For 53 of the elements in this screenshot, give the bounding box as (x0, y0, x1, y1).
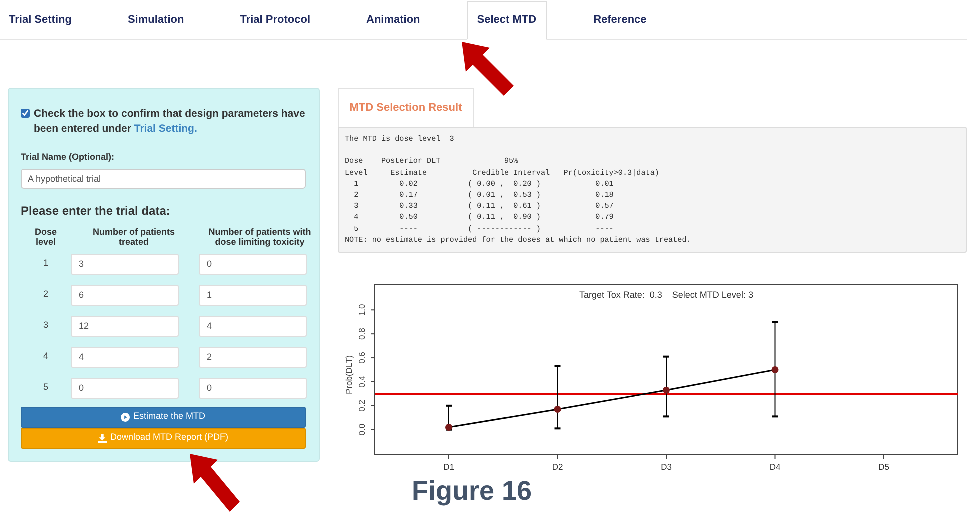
dlt-count-field[interactable]: 1 (199, 284, 307, 306)
x-tick-label: D4 (770, 462, 781, 472)
confirm-checkbox[interactable] (21, 109, 30, 118)
column-header: Number of patients with dose limiting toxicity (208, 226, 312, 246)
arrow-icon (188, 452, 242, 512)
y-tick-label: 0.2 (357, 400, 367, 412)
data-point (772, 366, 779, 374)
download-icon (98, 434, 108, 442)
x-tick-label: D3 (661, 462, 672, 472)
nav-tab[interactable]: Reference (584, 1, 656, 39)
patients-treated-field[interactable]: 6 (71, 284, 179, 306)
dlt-count-field[interactable]: 2 (199, 346, 307, 368)
data-point (663, 386, 670, 394)
figure-caption: Figure 16 (412, 475, 532, 508)
dlt-count-field[interactable]: 4 (199, 316, 307, 336)
y-tick-label: 0.0 (357, 424, 367, 436)
x-tick-label: D1 (444, 462, 454, 472)
nav-tab[interactable]: Trial Protocol (231, 1, 320, 39)
column-header: Number of patients treated (92, 226, 176, 246)
y-axis-label: Prob(DLT) (344, 355, 354, 395)
x-tick-label: D5 (878, 462, 890, 472)
y-tick-label: 0.4 (357, 376, 367, 388)
error-bar (554, 365, 561, 430)
dose-level: 2 (43, 288, 48, 302)
chart-title: Target Tox Rate: 0.3 Select MTD Level: 3 (580, 290, 754, 300)
trial-name-field[interactable]: A hypothetical trial (21, 168, 306, 188)
nav-tab[interactable]: Simulation (118, 1, 194, 39)
dlt-count-field[interactable]: 0 (199, 378, 307, 398)
data-point (554, 406, 562, 413)
dlt-count-field[interactable]: 0 (199, 254, 307, 274)
x-tick-label: D2 (552, 462, 564, 472)
dose-level: 5 (43, 381, 48, 394)
data-point (446, 424, 452, 431)
section-heading: Please enter the trial data: (21, 202, 172, 220)
dose-level: 1 (43, 257, 48, 270)
patients-treated-field[interactable]: 12 (71, 316, 179, 336)
nav-tab[interactable]: Select MTD (467, 1, 547, 40)
error-bar (664, 356, 670, 418)
y-tick-label: 1.0 (357, 304, 367, 316)
dose-level: 4 (43, 350, 48, 364)
y-tick-label: 0.8 (357, 328, 367, 340)
patients-treated-field[interactable]: 3 (71, 254, 179, 274)
trial-name-label: Trial Name (Optional): (21, 151, 116, 164)
column-header: Dose level (34, 226, 58, 246)
patients-treated-field[interactable]: 4 (71, 346, 179, 368)
confirm-text: Check the box to confirm that design parameters have been entered under Trial Setting. (34, 107, 306, 137)
play-icon (121, 412, 130, 422)
y-tick-label: 0.6 (357, 352, 367, 364)
dose-level: 3 (43, 319, 48, 332)
nav-tab[interactable]: Animation (358, 1, 430, 39)
estimate-button[interactable]: Estimate the MTD (21, 406, 306, 428)
nav-tab[interactable]: Trial Setting (0, 1, 81, 39)
patients-treated-field[interactable]: 0 (71, 378, 179, 398)
